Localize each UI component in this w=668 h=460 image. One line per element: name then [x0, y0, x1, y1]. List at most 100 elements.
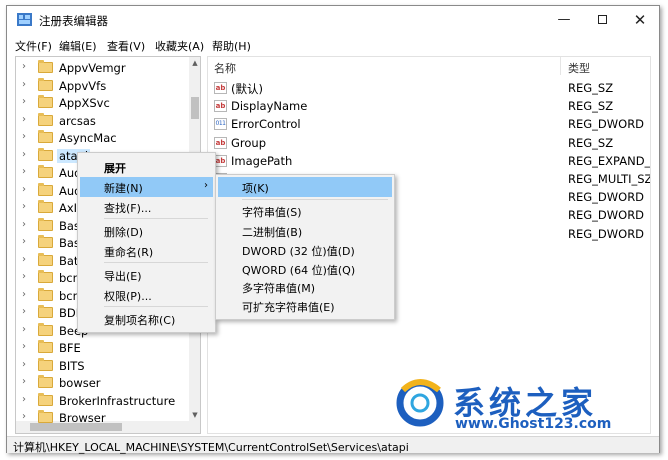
- expand-arrow-icon[interactable]: ›: [22, 341, 26, 352]
- expand-arrow-icon[interactable]: ›: [22, 166, 26, 177]
- expand-arrow-icon[interactable]: ›: [22, 289, 26, 300]
- tree-item-label: AppvVemgr: [59, 61, 126, 75]
- folder-icon: [38, 217, 53, 231]
- tree-scroll-thumb[interactable]: [191, 97, 199, 119]
- menu-edit[interactable]: 编辑(E): [59, 38, 97, 54]
- value-row[interactable]: ab DisplayName REG_SZ: [208, 97, 650, 115]
- menu-view[interactable]: 查看(V): [107, 38, 145, 54]
- context-menu-item[interactable]: 展开: [80, 157, 213, 177]
- value-name: Group: [231, 135, 267, 150]
- menu-separator: [104, 218, 208, 219]
- tree-item[interactable]: › BrokerInfrastructure: [16, 392, 188, 410]
- new-submenu-item[interactable]: 二进制值(B): [218, 221, 392, 241]
- new-submenu-item[interactable]: 多字符串值(M): [218, 277, 392, 297]
- expand-arrow-icon[interactable]: ›: [22, 394, 26, 405]
- folder-icon: [38, 305, 53, 318]
- expand-arrow-icon[interactable]: ›: [22, 376, 26, 387]
- context-menu-item[interactable]: 重命名(R): [80, 241, 213, 261]
- expand-arrow-icon[interactable]: ›: [22, 131, 26, 142]
- expand-arrow-icon[interactable]: ›: [22, 359, 26, 370]
- scroll-up-icon[interactable]: ▲: [189, 57, 200, 69]
- new-submenu-item[interactable]: QWORD (64 位)值(Q): [218, 259, 392, 279]
- context-menu-item[interactable]: 导出(E): [80, 265, 213, 285]
- value-row[interactable]: 011 ErrorControl REG_DWORD: [208, 115, 650, 133]
- expand-arrow-icon[interactable]: ›: [22, 149, 26, 160]
- value-type: REG_DWORD: [568, 190, 645, 205]
- folder-icon: [38, 252, 53, 266]
- folder-icon: [38, 410, 53, 423]
- expand-arrow-icon[interactable]: ›: [22, 306, 26, 317]
- new-submenu-item-label: 多字符串值(M): [242, 282, 316, 295]
- context-menu-item[interactable]: 删除(D): [80, 221, 213, 241]
- new-submenu-item-label: 字符串值(S): [242, 206, 302, 219]
- tree-item[interactable]: › arcsas: [16, 112, 188, 130]
- folder-icon: [38, 182, 53, 196]
- tree-item-label: BrokerInfrastructure: [59, 393, 176, 408]
- window-title: 注册表编辑器: [39, 14, 108, 28]
- new-submenu-item[interactable]: 项(K): [218, 177, 392, 197]
- menu-separator: [242, 199, 388, 200]
- expand-arrow-icon[interactable]: ›: [22, 114, 26, 125]
- tree-item[interactable]: › AppvVemgr: [16, 59, 188, 77]
- tree-item[interactable]: › BITS: [16, 357, 188, 375]
- context-menu-item-label: 导出(E): [104, 270, 142, 283]
- new-submenu-item[interactable]: 可扩充字符串值(E): [218, 296, 392, 316]
- status-bar: 计算机\HKEY_LOCAL_MACHINE\SYSTEM\CurrentCon…: [7, 436, 659, 454]
- value-row[interactable]: ab (默认) REG_SZ: [208, 79, 650, 97]
- folder-icon: [38, 357, 53, 371]
- tree-item-label: AppXSvc: [59, 96, 110, 110]
- menu-file[interactable]: 文件(F): [15, 38, 52, 54]
- expand-arrow-icon[interactable]: ›: [22, 201, 26, 212]
- maximize-button[interactable]: [585, 6, 619, 34]
- value-type: REG_DWORD: [568, 208, 645, 223]
- context-menu-item[interactable]: 新建(N) ›: [80, 177, 213, 197]
- title-bar: 注册表编辑器 — ✕: [7, 6, 659, 34]
- new-submenu-item-label: 二进制值(B): [242, 226, 303, 239]
- value-name: ErrorControl: [231, 117, 301, 132]
- tree-item[interactable]: › AppXSvc: [16, 94, 188, 112]
- column-name-header[interactable]: 名称: [214, 60, 236, 76]
- expand-arrow-icon[interactable]: ›: [22, 324, 26, 335]
- menu-favorites[interactable]: 收藏夹(A): [155, 38, 204, 54]
- menu-help[interactable]: 帮助(H): [212, 38, 251, 54]
- maximize-icon: [597, 15, 607, 24]
- new-submenu-item[interactable]: 字符串值(S): [218, 201, 392, 221]
- tree-item[interactable]: › AppvVfs: [16, 77, 188, 95]
- watermark-logo: [396, 379, 444, 427]
- context-menu-item[interactable]: 权限(P)...: [80, 285, 213, 305]
- value-type: REG_EXPAND_SZ: [568, 153, 651, 168]
- new-submenu-item[interactable]: DWORD (32 位)值(D): [218, 240, 392, 260]
- context-menu-item[interactable]: 查找(F)...: [80, 197, 213, 217]
- tree-item[interactable]: › Browser: [16, 409, 188, 427]
- value-row[interactable]: ab Group REG_SZ: [208, 134, 650, 152]
- context-menu-item[interactable]: 复制项名称(C): [80, 309, 213, 329]
- column-divider[interactable]: [560, 57, 561, 75]
- expand-arrow-icon[interactable]: ›: [22, 96, 26, 107]
- expand-arrow-icon[interactable]: ›: [22, 79, 26, 90]
- expand-arrow-icon[interactable]: ›: [22, 236, 26, 247]
- tree-item-label: AsyncMac: [59, 131, 117, 145]
- folder-icon: [38, 200, 53, 213]
- expand-arrow-icon[interactable]: ›: [22, 219, 26, 230]
- value-row[interactable]: abImagePathREG_EXPAND_SZ: [208, 152, 651, 170]
- list-header: 名称 类型: [208, 57, 650, 76]
- string-value-icon: ab: [214, 100, 227, 113]
- expand-arrow-icon[interactable]: ›: [22, 411, 26, 422]
- tree-item[interactable]: › BFE: [16, 339, 188, 357]
- expand-arrow-icon[interactable]: ›: [22, 271, 26, 282]
- scroll-down-icon[interactable]: ▼: [189, 409, 200, 421]
- expand-arrow-icon[interactable]: ›: [22, 61, 26, 72]
- expand-arrow-icon[interactable]: ›: [22, 184, 26, 195]
- tree-item[interactable]: › AsyncMac: [16, 129, 188, 147]
- folder-icon: [38, 235, 53, 248]
- menu-separator: [104, 262, 208, 263]
- tree-item[interactable]: › bowser: [16, 374, 188, 392]
- folder-icon: [38, 60, 53, 73]
- tree-item-label: arcsas: [59, 113, 96, 128]
- close-button[interactable]: ✕: [623, 6, 657, 34]
- minimize-button[interactable]: —: [547, 6, 581, 34]
- column-type-header[interactable]: 类型: [568, 60, 590, 76]
- folder-icon: [38, 130, 53, 143]
- expand-arrow-icon[interactable]: ›: [22, 254, 26, 265]
- tree-item-label: BITS: [59, 358, 85, 373]
